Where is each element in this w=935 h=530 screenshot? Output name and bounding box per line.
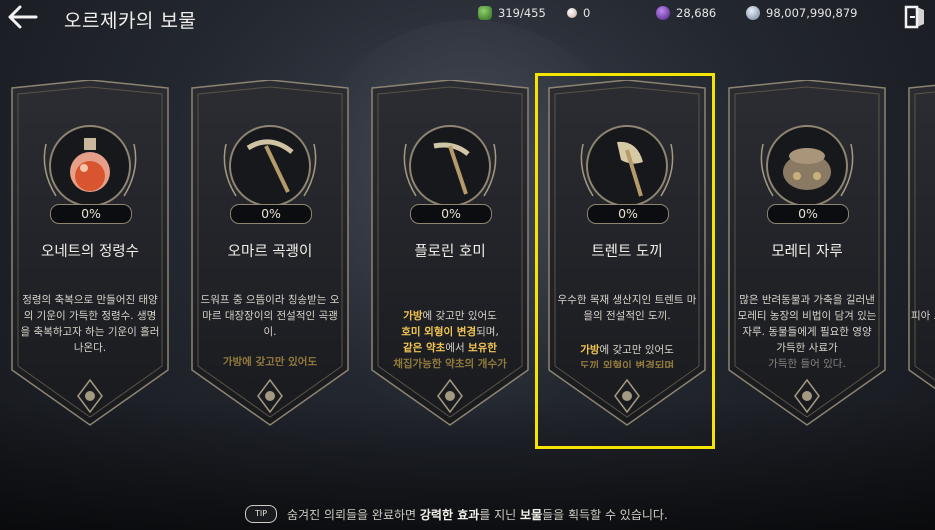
treasure-name: 오네트의 정령수 xyxy=(41,244,139,260)
resource-pearl-value: 0 xyxy=(583,6,591,20)
treasure-description-overflow: 가방에 갖고만 있어도 xyxy=(222,356,318,366)
back-button[interactable] xyxy=(6,4,38,30)
treasure-description: 피아 드 xyxy=(911,310,935,322)
treasure-description-overflow: 가득한 들어 있다. xyxy=(768,358,846,368)
tip-text: 숨겨진 의뢰들을 완료하면 강력한 효과를 지닌 보물들을 획득할 수 있습니다… xyxy=(287,507,668,522)
exit-button[interactable] xyxy=(903,4,929,30)
treasure-card-1[interactable]: 0% 오네트의 정령수 정령의 축복으로 만들어진 태양의 기운이 가득한 정령… xyxy=(10,80,170,440)
resource-energy: 319/455 xyxy=(478,6,546,20)
treasure-card-3[interactable]: 0% 플로린 호미 가방에 갖고만 있어도 호미 외형이 변경되며, 같은 약초… xyxy=(370,80,530,440)
card-banner xyxy=(908,84,935,390)
sack-icon xyxy=(767,126,847,206)
treasure-card-5[interactable]: 0% 모레티 자루 많은 반려동물과 가축을 길러낸 모레티 농장의 비법이 담… xyxy=(727,80,887,440)
page-title: 오르제카의 보물 xyxy=(64,10,197,32)
top-bar: 오르제카의 보물 319/455 0 28,686 98,007,990,879 xyxy=(0,0,935,34)
progress-badge: 0% xyxy=(230,204,312,224)
resource-gem: 28,686 xyxy=(656,6,716,20)
resource-gem-value: 28,686 xyxy=(676,6,717,20)
treasure-description: 정령의 축복으로 만들어진 태양의 기운이 가득한 정령수. 생명을 축복하고자… xyxy=(20,294,160,354)
resource-pearl: 0 xyxy=(567,6,590,20)
hoe-icon xyxy=(410,126,490,206)
resource-silver-value: 98,007,990,879 xyxy=(766,6,858,20)
exit-door-icon xyxy=(904,5,924,29)
resource-energy-value: 319/455 xyxy=(498,6,546,20)
progress-badge: 0% xyxy=(50,204,132,224)
treasure-name: 오마르 곡괭이 xyxy=(227,244,313,260)
progress-badge: 0% xyxy=(410,204,492,224)
green-leaf-icon xyxy=(478,6,492,20)
treasure-card-2[interactable]: 0% 오마르 곡괭이 드워프 중 으뜸이라 칭송받는 오마르 대장장이의 전설적… xyxy=(190,80,350,440)
treasure-description: 가방에 갖고만 있어도 호미 외형이 변경되며, 같은 약초에서 보유한 채집가… xyxy=(393,310,507,370)
silver-coin-icon xyxy=(746,6,760,20)
resource-silver: 98,007,990,879 xyxy=(746,6,857,20)
treasure-name: 플로린 호미 xyxy=(414,244,486,260)
selected-card-highlight[interactable] xyxy=(535,73,715,449)
potion-flask-icon xyxy=(50,126,130,206)
tip-bar: TIP 숨겨진 의뢰들을 완료하면 강력한 효과를 지닌 보물들을 획득할 수 … xyxy=(245,505,668,523)
treasure-card-6-partial[interactable]: 피아 드 xyxy=(907,80,935,440)
progress-badge: 0% xyxy=(767,204,849,224)
pickaxe-icon xyxy=(230,126,310,206)
treasure-description: 많은 반려동물과 가축을 길러낸 모레티 농장의 비법이 담겨 있는 자루. 동… xyxy=(737,294,877,354)
pearl-icon xyxy=(567,8,577,18)
arrow-left-icon xyxy=(8,5,38,29)
tip-badge: TIP xyxy=(245,505,277,523)
purple-gem-icon xyxy=(656,6,670,20)
treasure-name: 모레티 자루 xyxy=(771,244,843,260)
